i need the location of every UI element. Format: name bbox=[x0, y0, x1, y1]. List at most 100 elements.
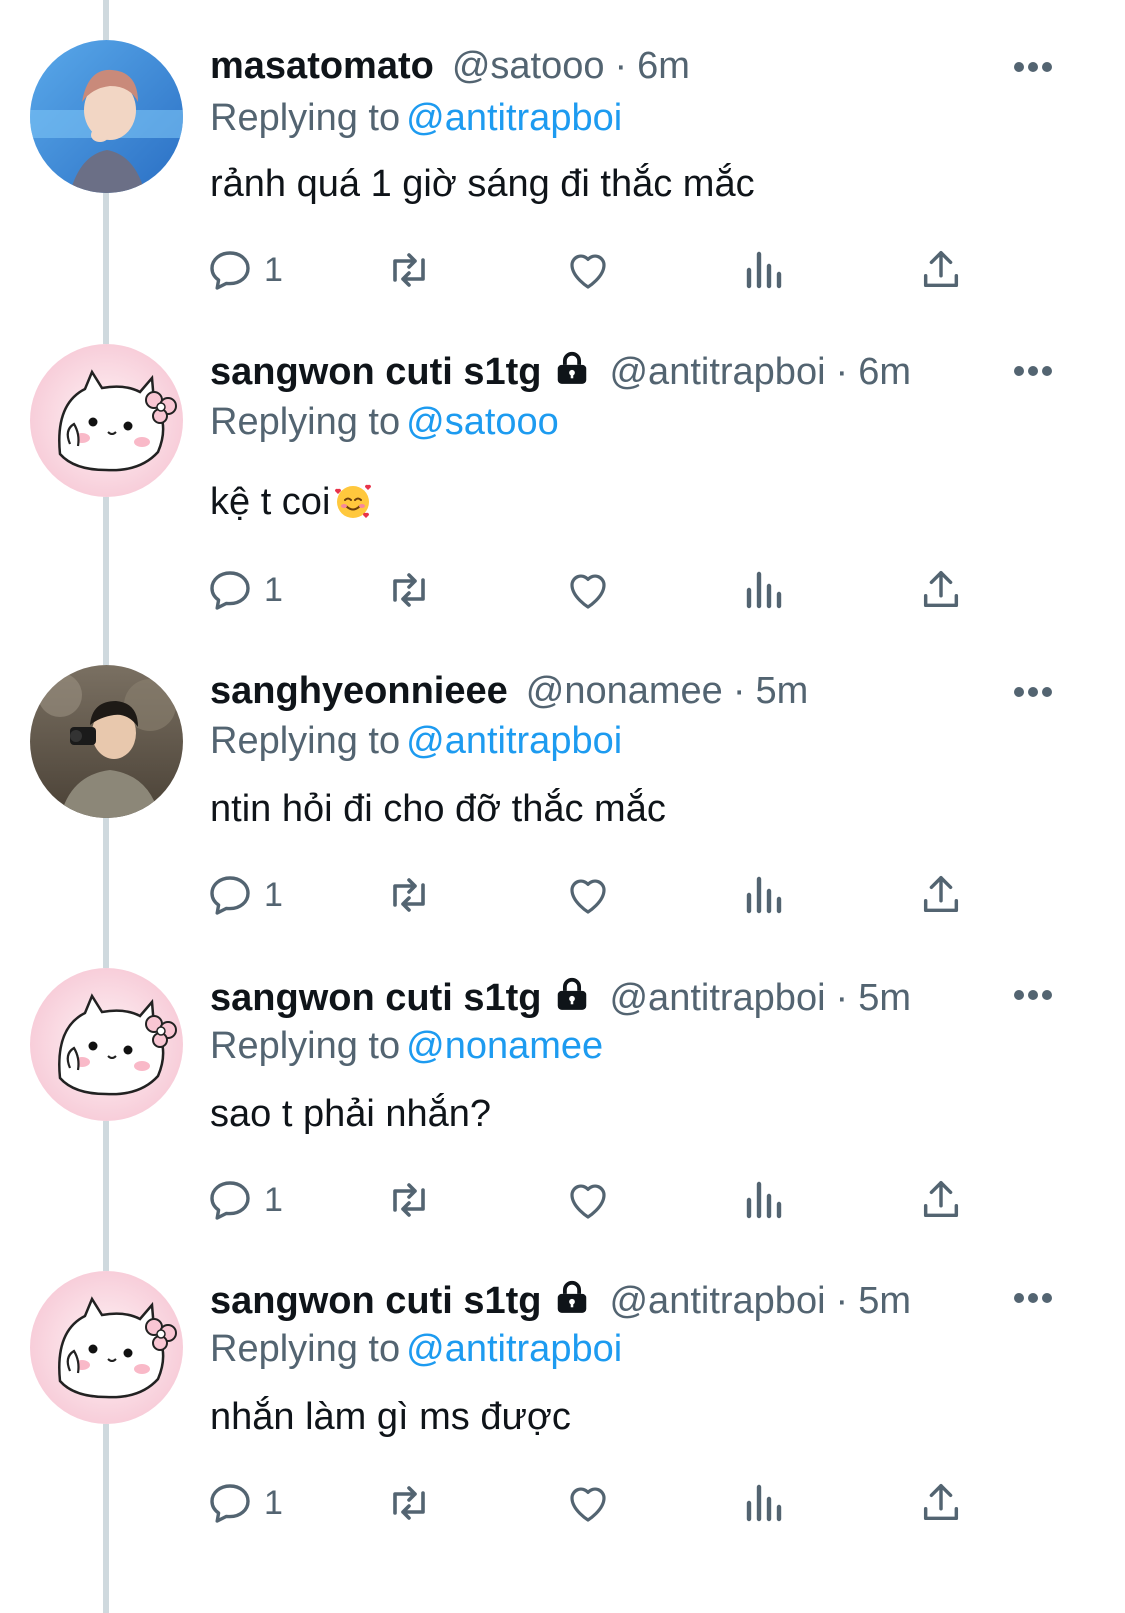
timestamp[interactable]: 5m bbox=[755, 670, 808, 712]
replying-label: Replying to bbox=[210, 720, 401, 762]
share-button[interactable] bbox=[918, 865, 964, 925]
retweet-button[interactable] bbox=[383, 560, 435, 620]
avatar[interactable] bbox=[30, 968, 183, 1121]
tweet[interactable]: masatomato @satooo · 6m Replying to @antitra… bbox=[0, 0, 1125, 300]
replying-label: Replying to bbox=[210, 1328, 401, 1370]
share-button[interactable] bbox=[918, 1170, 964, 1230]
padlock-icon bbox=[558, 1280, 587, 1313]
display-name[interactable]: sanghyeonnieee bbox=[210, 670, 508, 712]
upload-arrow-icon bbox=[923, 1484, 959, 1521]
reply-count: 1 bbox=[264, 876, 283, 914]
reply-to-link[interactable]: @antitrapboi bbox=[406, 720, 622, 762]
pink-cat-avatar-icon bbox=[30, 344, 183, 497]
reply-to-link[interactable]: @nonamee bbox=[406, 1025, 603, 1067]
upload-arrow-icon bbox=[923, 1181, 959, 1218]
timestamp[interactable]: 5m bbox=[858, 1280, 911, 1322]
retweet-button[interactable] bbox=[383, 865, 435, 925]
avatar[interactable] bbox=[30, 344, 183, 497]
bar-chart-icon bbox=[746, 1181, 782, 1219]
views-button[interactable] bbox=[743, 560, 787, 620]
action-bar: 1 bbox=[200, 1170, 1000, 1230]
handle[interactable]: @antitrapboi bbox=[609, 1280, 825, 1322]
reply-to-link[interactable]: @antitrapboi bbox=[406, 1328, 622, 1370]
views-button[interactable] bbox=[743, 240, 787, 300]
display-name[interactable]: sangwon cuti s1tg bbox=[210, 977, 541, 1019]
reply-button[interactable]: 1 bbox=[206, 865, 283, 925]
tweet-text: rảnh quá 1 giờ sáng đi thắc mắc bbox=[210, 163, 755, 205]
retweet-button[interactable] bbox=[383, 240, 435, 300]
reply-button[interactable]: 1 bbox=[206, 1170, 283, 1230]
views-button[interactable] bbox=[743, 1473, 787, 1533]
upload-arrow-icon bbox=[923, 571, 959, 608]
timestamp[interactable]: 6m bbox=[637, 45, 690, 87]
avatar[interactable] bbox=[30, 665, 183, 818]
handle[interactable]: @satooo bbox=[452, 45, 605, 87]
replying-label: Replying to bbox=[210, 1025, 401, 1067]
tweet[interactable]: sanghyeonnieee @nonamee · 5m Replying to @an… bbox=[0, 625, 1125, 925]
share-button[interactable] bbox=[918, 560, 964, 620]
reply-button[interactable]: 1 bbox=[206, 560, 283, 620]
speech-bubble-icon bbox=[210, 1484, 250, 1523]
like-button[interactable] bbox=[563, 240, 613, 300]
heart-outline-icon bbox=[570, 879, 606, 914]
timestamp[interactable]: 5m bbox=[858, 977, 911, 1019]
bar-chart-icon bbox=[746, 1484, 782, 1522]
smiling-face-with-hearts-icon bbox=[335, 484, 372, 518]
display-name[interactable]: masatomato bbox=[210, 45, 434, 87]
handle[interactable]: @nonamee bbox=[526, 670, 723, 712]
handle[interactable]: @antitrapboi bbox=[609, 351, 825, 393]
separator-dot: · bbox=[835, 351, 849, 393]
more-options-icon[interactable] bbox=[1013, 988, 1053, 1002]
separator-dot: · bbox=[835, 977, 849, 1019]
avatar[interactable] bbox=[30, 1271, 183, 1424]
reply-button[interactable]: 1 bbox=[206, 1473, 283, 1533]
tweet[interactable]: sangwon cuti s1tg @antitrapboi · 6m Replyin… bbox=[0, 304, 1125, 610]
action-bar: 1 bbox=[200, 865, 1000, 925]
reply-count: 1 bbox=[264, 571, 283, 609]
timestamp[interactable]: 6m bbox=[858, 351, 911, 393]
speech-bubble-icon bbox=[210, 571, 250, 610]
like-button[interactable] bbox=[563, 1473, 613, 1533]
upload-arrow-icon bbox=[923, 876, 959, 913]
display-name[interactable]: sangwon cuti s1tg bbox=[210, 351, 541, 393]
display-name[interactable]: sangwon cuti s1tg bbox=[210, 1280, 541, 1322]
photo-avatar-blue-icon bbox=[30, 40, 183, 193]
tweet-text: sao t phải nhắn? bbox=[210, 1093, 492, 1135]
speech-bubble-icon bbox=[210, 1181, 250, 1220]
more-options-icon[interactable] bbox=[1013, 1291, 1053, 1305]
tweet-text: kệ t coi bbox=[210, 481, 331, 523]
reply-to-link[interactable]: @antitrapboi bbox=[406, 97, 622, 139]
speech-bubble-icon bbox=[210, 876, 250, 915]
like-button[interactable] bbox=[563, 560, 613, 620]
handle[interactable]: @antitrapboi bbox=[609, 977, 825, 1019]
avatar[interactable] bbox=[30, 40, 183, 193]
heart-outline-icon bbox=[570, 254, 606, 289]
retweet-button[interactable] bbox=[383, 1473, 435, 1533]
more-options-icon[interactable] bbox=[1013, 685, 1053, 699]
more-options-icon[interactable] bbox=[1013, 60, 1053, 74]
heart-outline-icon bbox=[570, 1184, 606, 1219]
share-button[interactable] bbox=[918, 1473, 964, 1533]
pink-cat-avatar-icon bbox=[30, 1271, 183, 1424]
retweet-button[interactable] bbox=[383, 1170, 435, 1230]
tweet[interactable]: sangwon cuti s1tg @antitrapboi · 5m Replyin… bbox=[0, 1233, 1125, 1533]
reply-to-link[interactable]: @satooo bbox=[406, 401, 559, 443]
reply-button[interactable]: 1 bbox=[206, 240, 283, 300]
action-bar: 1 bbox=[200, 1473, 1000, 1533]
like-button[interactable] bbox=[563, 865, 613, 925]
retweet-arrows-icon bbox=[393, 878, 425, 912]
more-options-icon[interactable] bbox=[1013, 364, 1053, 378]
tweet-text: nhắn làm gì ms được bbox=[210, 1396, 571, 1438]
reply-count: 1 bbox=[264, 251, 283, 289]
views-button[interactable] bbox=[743, 865, 787, 925]
like-button[interactable] bbox=[563, 1170, 613, 1230]
replying-label: Replying to bbox=[210, 401, 401, 443]
bar-chart-icon bbox=[746, 571, 782, 609]
views-button[interactable] bbox=[743, 1170, 787, 1230]
separator-dot: · bbox=[614, 45, 628, 87]
tweet[interactable]: sangwon cuti s1tg @antitrapboi · 5m Replyin… bbox=[0, 930, 1125, 1230]
photo-avatar-outdoor-icon bbox=[30, 665, 183, 818]
share-button[interactable] bbox=[918, 240, 964, 300]
heart-outline-icon bbox=[570, 574, 606, 609]
bar-chart-icon bbox=[746, 251, 782, 289]
